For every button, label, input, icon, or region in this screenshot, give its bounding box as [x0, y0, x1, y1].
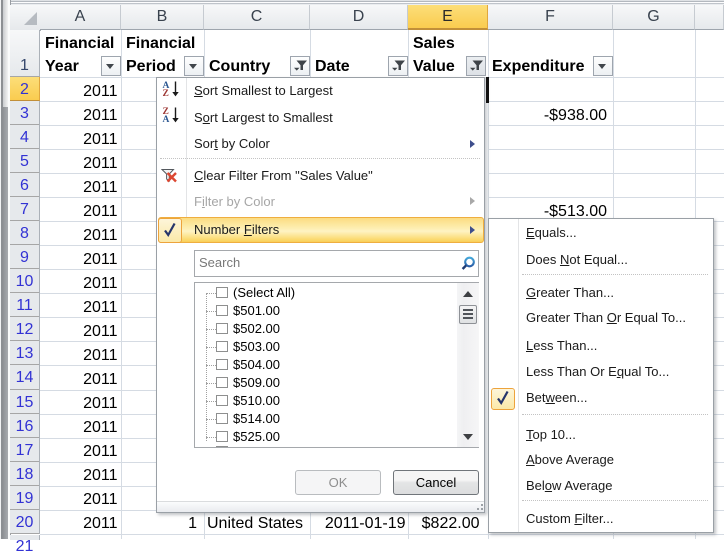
- svg-text:Z: Z: [162, 89, 168, 98]
- svg-text:A: A: [162, 115, 169, 124]
